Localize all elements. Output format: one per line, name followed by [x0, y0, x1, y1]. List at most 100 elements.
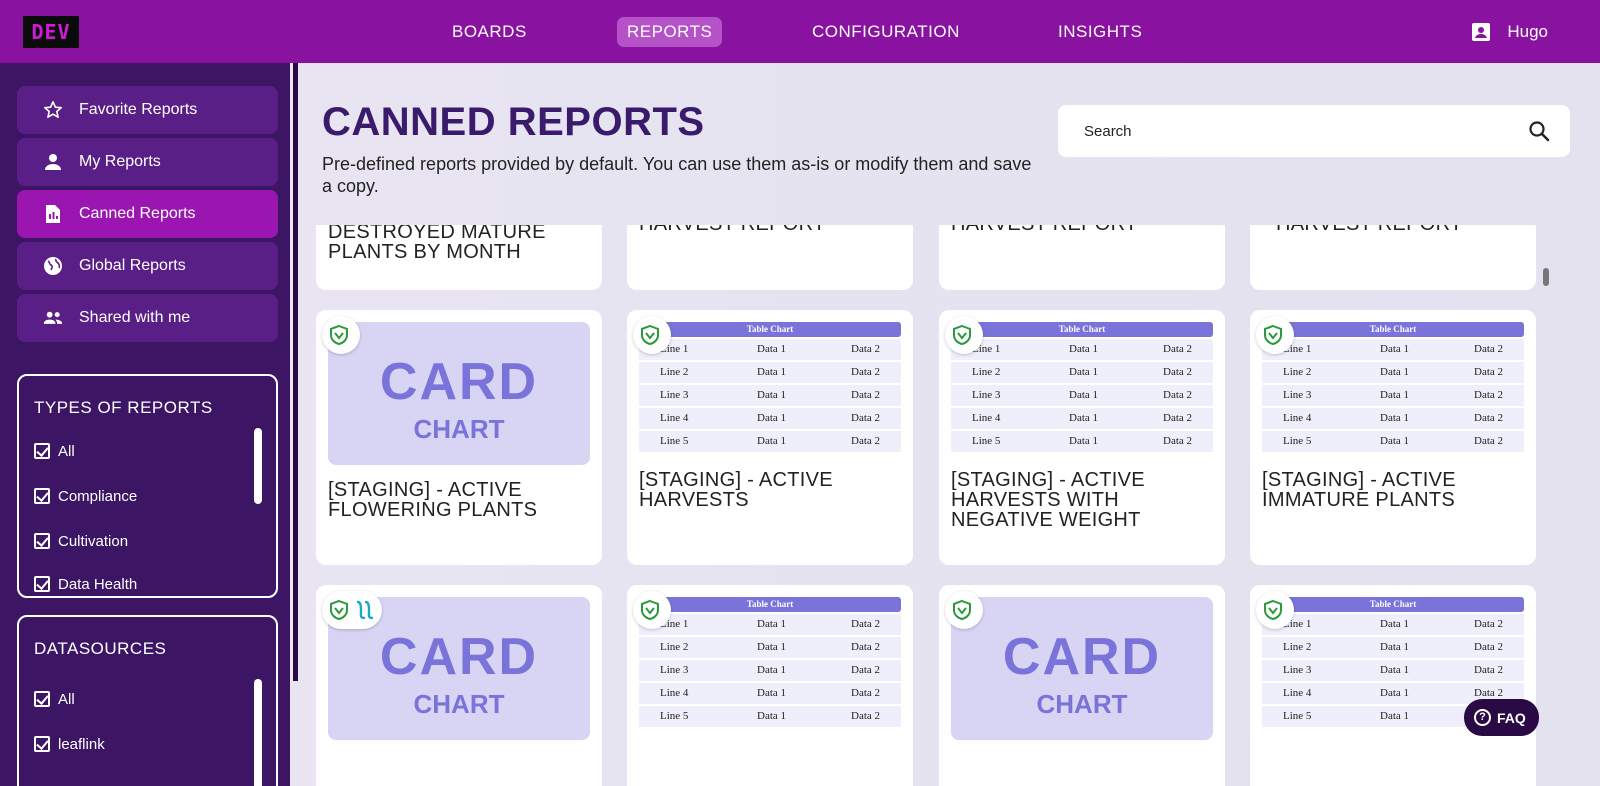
table-cell: Data 1 — [1380, 687, 1410, 699]
table-chart-header: Table Chart — [951, 322, 1213, 337]
card-badge — [1256, 316, 1294, 354]
table-cell: Data 2 — [1474, 664, 1504, 676]
checkbox-checked-icon[interactable] — [34, 443, 50, 459]
shield-icon — [641, 324, 659, 346]
filter-datasource-all[interactable]: All — [34, 691, 75, 708]
table-cell: Data 1 — [1380, 641, 1410, 653]
table-cell: Line 4 — [1283, 687, 1312, 699]
sidebar-item-global-reports[interactable]: Global Reports — [17, 242, 278, 290]
table-chart-preview: Table Chart Line 1 Data 1 Data 2 Line 2 Data … — [639, 597, 901, 727]
sidebar-item-label: Global Reports — [79, 257, 186, 274]
checkbox-checked-icon[interactable] — [34, 576, 50, 592]
report-card[interactable]: CARD CHART — [939, 585, 1225, 786]
card-title: [STAGING] - ACTIVE IMMATURE PLANTS — [1262, 469, 1456, 511]
card-title: DESTROYED MATURE PLANTS BY MONTH — [328, 225, 546, 263]
table-cell: Line 2 — [660, 641, 689, 653]
table-cell: Line 4 — [660, 412, 689, 424]
datasources-scrollbar[interactable] — [254, 679, 262, 786]
filter-datasource-leaflink[interactable]: leaflink — [34, 736, 105, 753]
table-row: Line 4 Data 1 Data 2 — [639, 408, 901, 429]
table-cell: Line 2 — [660, 366, 689, 378]
shield-icon — [1264, 599, 1282, 621]
search-box[interactable]: Search — [1058, 105, 1570, 157]
table-cell: Data 2 — [851, 343, 881, 355]
table-row: Line 1 Data 1 Data 2 — [1262, 614, 1524, 635]
report-card[interactable]: CARD CHART — [316, 585, 602, 786]
globe-icon — [44, 257, 62, 275]
filter-type-compliance[interactable]: Compliance — [34, 488, 137, 505]
report-card[interactable]: Table Chart Line 1 Data 1 Data 2 Line 2 Data … — [939, 310, 1225, 565]
table-cell: Data 1 — [1069, 412, 1099, 424]
report-card[interactable]: Table Chart Line 1 Data 1 Data 2 Line 2 Data … — [1250, 585, 1536, 786]
shield-icon — [953, 599, 971, 621]
user-name[interactable]: Hugo — [1507, 20, 1548, 44]
faq-button[interactable]: ? FAQ — [1464, 699, 1539, 736]
table-cell: Data 2 — [1474, 435, 1504, 447]
sidebar-item-shared-with-me[interactable]: Shared with me — [17, 294, 278, 342]
report-card[interactable]: Table Chart Line 1 Data 1 Data 2 Line 2 Data … — [1250, 310, 1536, 565]
nav-reports[interactable]: REPORTS — [617, 17, 723, 47]
types-of-reports-title: TYPES OF REPORTS — [34, 398, 213, 417]
report-card[interactable]: HARVEST REPORT — [1250, 225, 1536, 290]
people-icon — [43, 311, 63, 324]
filter-type-cultivation[interactable]: Cultivation — [34, 533, 128, 550]
card-badge — [945, 591, 983, 629]
nav-insights[interactable]: INSIGHTS — [1048, 17, 1152, 47]
sidebar-item-my-reports[interactable]: My Reports — [17, 138, 278, 186]
types-scrollbar[interactable] — [254, 428, 262, 504]
page-title: CANNED REPORTS — [322, 100, 705, 144]
table-cell: Line 5 — [660, 435, 689, 447]
table-cell: Data 1 — [1380, 389, 1410, 401]
report-card[interactable]: Table Chart Line 1 Data 1 Data 2 Line 2 Data … — [627, 310, 913, 565]
sidebar-item-canned-reports[interactable]: Canned Reports — [17, 190, 278, 238]
card-title: [STAGING] - ACTIVE FLOWERING PLANTS — [328, 479, 538, 521]
search-input[interactable]: Search — [1084, 123, 1132, 140]
table-row: Line 2 Data 1 Data 2 — [1262, 637, 1524, 658]
table-cell: Data 2 — [851, 618, 881, 630]
question-icon: ? — [1474, 709, 1491, 726]
table-cell: Data 1 — [757, 641, 787, 653]
table-row: Line 2 Data 1 Data 2 — [639, 637, 901, 658]
report-card[interactable]: HARVEST REPORT — [627, 225, 913, 290]
table-cell: Data 1 — [1069, 366, 1099, 378]
table-row: Line 5 Data 1 Data 2 — [951, 431, 1213, 452]
table-cell: Line 3 — [1283, 664, 1312, 676]
nav-configuration[interactable]: CONFIGURATION — [802, 17, 970, 47]
card-title: HARVEST REPORT — [1276, 225, 1462, 234]
table-cell: Line 5 — [1283, 710, 1312, 722]
table-cell: Data 1 — [757, 710, 787, 722]
table-chart-preview: Table Chart Line 1 Data 1 Data 2 Line 2 Data … — [639, 322, 901, 452]
checkbox-checked-icon[interactable] — [34, 488, 50, 504]
card-title: [STAGING] - ACTIVE HARVESTS WITH NEGATIVE … — [951, 469, 1145, 531]
table-cell: Line 5 — [1283, 435, 1312, 447]
nav-boards[interactable]: BOARDS — [442, 17, 537, 47]
table-cell: Line 2 — [1283, 641, 1312, 653]
checkbox-checked-icon[interactable] — [34, 736, 50, 752]
shield-icon — [1264, 324, 1282, 346]
sidebar-item-label: Shared with me — [79, 309, 191, 326]
table-chart-header: Table Chart — [639, 322, 901, 337]
table-row: Line 2 Data 1 Data 2 — [1262, 362, 1524, 383]
table-row: Line 4 Data 1 Data 2 — [1262, 408, 1524, 429]
report-card[interactable]: DESTROYED MATURE PLANTS BY MONTH — [316, 225, 602, 290]
report-card[interactable]: CARD CHART [STAGING] - ACTIVE FLOWERING P… — [316, 310, 602, 565]
table-row: Line 3 Data 1 Data 2 — [639, 660, 901, 681]
table-cell: Data 1 — [757, 343, 787, 355]
checkbox-checked-icon[interactable] — [34, 691, 50, 707]
filter-type-data-health[interactable]: Data Health — [34, 576, 137, 593]
env-logo[interactable]: DEV — [23, 16, 79, 48]
sidebar-item-favorite-reports[interactable]: Favorite Reports — [17, 86, 278, 134]
table-cell: Data 2 — [851, 710, 881, 722]
report-card[interactable]: Table Chart Line 1 Data 1 Data 2 Line 2 Data … — [627, 585, 913, 786]
table-cell: Data 2 — [1474, 641, 1504, 653]
checkbox-checked-icon[interactable] — [34, 533, 50, 549]
search-icon[interactable] — [1528, 120, 1550, 142]
account-icon[interactable] — [1471, 22, 1491, 42]
table-row: Line 3 Data 1 Data 2 — [639, 385, 901, 406]
table-chart-header: Table Chart — [1262, 322, 1524, 337]
filter-type-all[interactable]: All — [34, 443, 75, 460]
sidebar-item-label: Canned Reports — [79, 205, 196, 222]
table-cell: Data 1 — [757, 412, 787, 424]
report-card[interactable]: HARVEST REPORT — [939, 225, 1225, 290]
main-scrollbar[interactable] — [1543, 268, 1549, 286]
